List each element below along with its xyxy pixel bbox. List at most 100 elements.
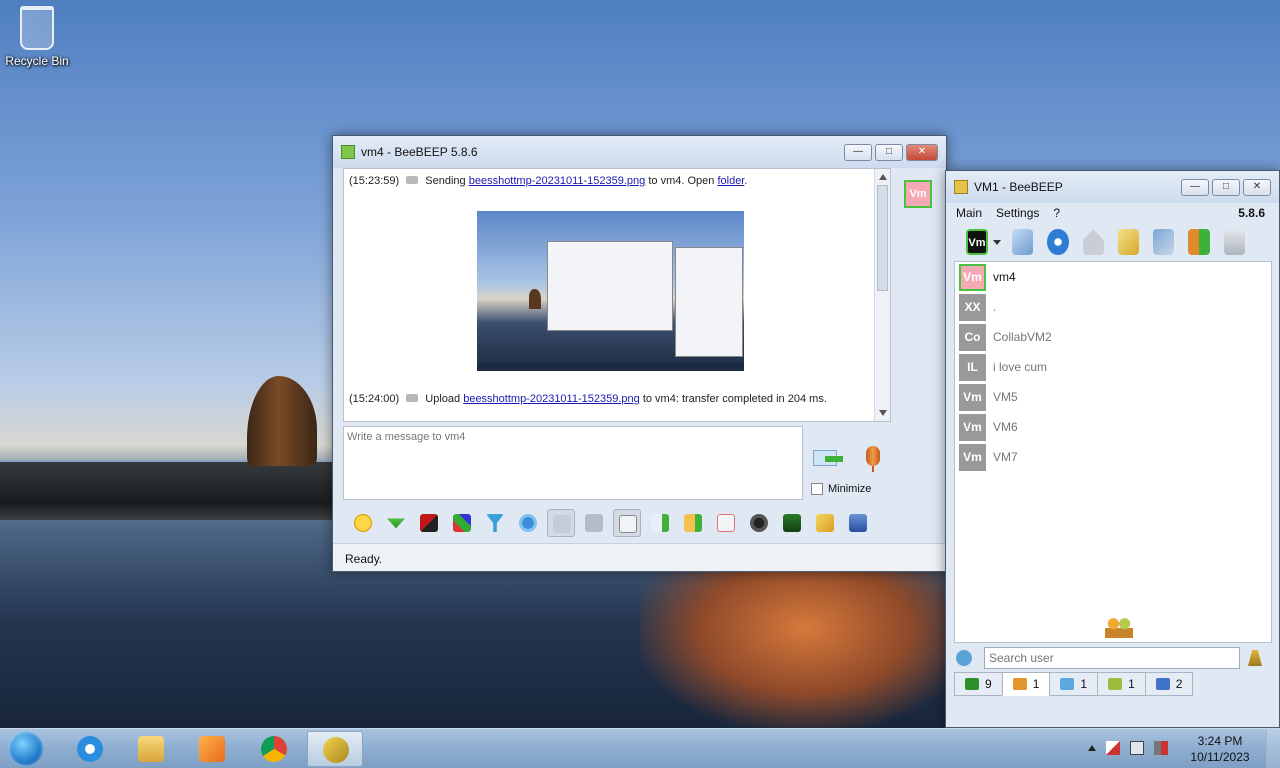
taskbar-media-player[interactable] (184, 731, 240, 767)
file-explorer-icon (138, 736, 164, 762)
send-message-button[interactable] (811, 444, 845, 474)
taskbar-beebeep[interactable] (307, 731, 363, 767)
taskbar: 3:24 PM 10/11/2023 (0, 728, 1280, 768)
return-key-button[interactable] (613, 509, 641, 537)
user-row[interactable]: Vm vm4 (955, 262, 1271, 292)
chat-window: vm4 - BeeBEEP 5.8.6 — □ ✕ (15:23:59) Sen… (332, 135, 947, 572)
save-button[interactable] (844, 509, 872, 537)
scroll-down-icon[interactable] (879, 410, 887, 416)
close-window-button[interactable]: ✕ (1243, 178, 1271, 196)
tab-chats[interactable]: 9 (954, 672, 1003, 696)
network-button[interactable] (1047, 229, 1069, 255)
word-complete-button[interactable] (580, 509, 608, 537)
save-chat-button[interactable] (778, 509, 806, 537)
font-button[interactable] (415, 509, 443, 537)
search-row (956, 643, 1274, 673)
down-arrow-icon (387, 518, 405, 529)
menu-help[interactable]: ? (1053, 206, 1060, 220)
scroll-thumb[interactable] (877, 185, 888, 291)
user-row[interactable]: Vm VM5 (955, 382, 1271, 412)
tab-count: 1 (1080, 677, 1088, 691)
menu-main[interactable]: Main (956, 206, 982, 220)
save-chat-icon (783, 514, 801, 532)
main-toolbar: Vm (946, 223, 1279, 261)
message-input[interactable] (344, 427, 802, 499)
user-row[interactable]: XX . (955, 292, 1271, 322)
file-link[interactable]: beesshottmp-20231011-152359.png (469, 175, 646, 187)
chat-titlebar[interactable]: vm4 - BeeBEEP 5.8.6 — □ ✕ (333, 136, 946, 168)
tab-shares[interactable]: 2 (1144, 672, 1194, 696)
show-desktop-button[interactable] (1266, 729, 1280, 768)
tray-expand-icon[interactable] (1088, 745, 1096, 751)
maximize-window-button[interactable]: □ (875, 143, 903, 161)
folder-link[interactable]: folder (717, 175, 744, 187)
minimize-toggle[interactable]: Minimize (811, 483, 871, 495)
color-button[interactable] (448, 509, 476, 537)
recycle-bin[interactable]: Recycle Bin (4, 6, 70, 68)
user-row[interactable]: Vm VM6 (955, 412, 1271, 442)
user-row[interactable]: Co CollabVM2 (955, 322, 1271, 352)
tab-group[interactable]: 1 (1097, 672, 1146, 696)
taskbar-file-explorer[interactable] (123, 731, 179, 767)
chat-scrollbar[interactable] (874, 169, 890, 421)
media-player-icon (199, 736, 225, 762)
chrome-icon (261, 736, 287, 762)
close-window-button[interactable]: ✕ (906, 143, 938, 161)
message-text: to vm4. Open (648, 175, 715, 187)
network-icon[interactable] (1130, 741, 1144, 755)
spellcheck-button[interactable] (547, 509, 575, 537)
chat-member-avatar[interactable]: Vm (904, 180, 932, 208)
filter-button[interactable] (481, 509, 509, 537)
taskbar-chrome[interactable] (246, 731, 302, 767)
edit-profile-button[interactable] (1012, 229, 1034, 255)
tab-groups[interactable]: 1 (1049, 672, 1099, 696)
clock[interactable]: 3:24 PM 10/11/2023 (1188, 733, 1252, 765)
message-text: Upload (425, 393, 461, 405)
taskbar-internet-explorer[interactable] (62, 731, 118, 767)
file-link[interactable]: beesshottmp-20231011-152359.png (463, 393, 640, 405)
user-row[interactable]: Vm VM7 (955, 442, 1271, 472)
message-input-box[interactable] (343, 426, 803, 500)
search-options-icon[interactable] (956, 650, 972, 666)
user-row[interactable]: IL i love cum (955, 352, 1271, 382)
profile-button[interactable]: Vm (966, 229, 988, 255)
clock-time: 3:24 PM (1197, 734, 1243, 748)
emoticon-button[interactable] (349, 509, 377, 537)
microphone-icon (866, 446, 880, 466)
menu-settings[interactable]: Settings (996, 206, 1039, 220)
upload-button[interactable] (1188, 229, 1210, 255)
minimize-window-button[interactable]: — (844, 143, 872, 161)
start-button[interactable] (8, 731, 44, 767)
trash-button[interactable] (1223, 229, 1246, 255)
edit-button[interactable] (811, 509, 839, 537)
send-folder-button[interactable] (679, 509, 707, 537)
tab-users[interactable]: 1 (1001, 672, 1051, 696)
screenshot-button[interactable] (745, 509, 773, 537)
home-button[interactable] (1082, 229, 1104, 255)
expand-button[interactable] (382, 509, 410, 537)
search-user-input[interactable] (984, 647, 1240, 669)
send-folder-icon (684, 514, 702, 532)
maximize-window-button[interactable]: □ (1212, 178, 1240, 196)
return-key-icon (619, 515, 637, 533)
user-list[interactable]: Vm vm4 XX . Co CollabVM2 IL i love cum V… (954, 261, 1272, 643)
chat-history[interactable]: (15:23:59) Sending beesshottmp-20231011-… (343, 168, 891, 422)
scroll-up-icon[interactable] (879, 174, 887, 180)
minimize-window-button[interactable]: — (1181, 178, 1209, 196)
volume-muted-icon[interactable] (1154, 741, 1168, 755)
settings-button[interactable] (514, 509, 542, 537)
status-dropdown-button[interactable] (992, 229, 1002, 255)
minimize-checkbox[interactable] (811, 483, 823, 495)
voice-message-button[interactable] (861, 446, 885, 476)
send-file-button[interactable] (646, 509, 674, 537)
note-button[interactable] (1117, 229, 1140, 255)
html-icon (717, 514, 735, 532)
action-center-icon[interactable] (1106, 741, 1120, 755)
user-name: i love cum (993, 360, 1048, 374)
share-icon (1155, 678, 1170, 690)
tools-button[interactable] (1153, 229, 1175, 255)
main-titlebar[interactable]: VM1 - BeeBEEP — □ ✕ (946, 171, 1279, 203)
screenshot-preview[interactable] (477, 211, 744, 371)
clear-search-icon[interactable] (1248, 650, 1262, 666)
html-button[interactable] (712, 509, 740, 537)
